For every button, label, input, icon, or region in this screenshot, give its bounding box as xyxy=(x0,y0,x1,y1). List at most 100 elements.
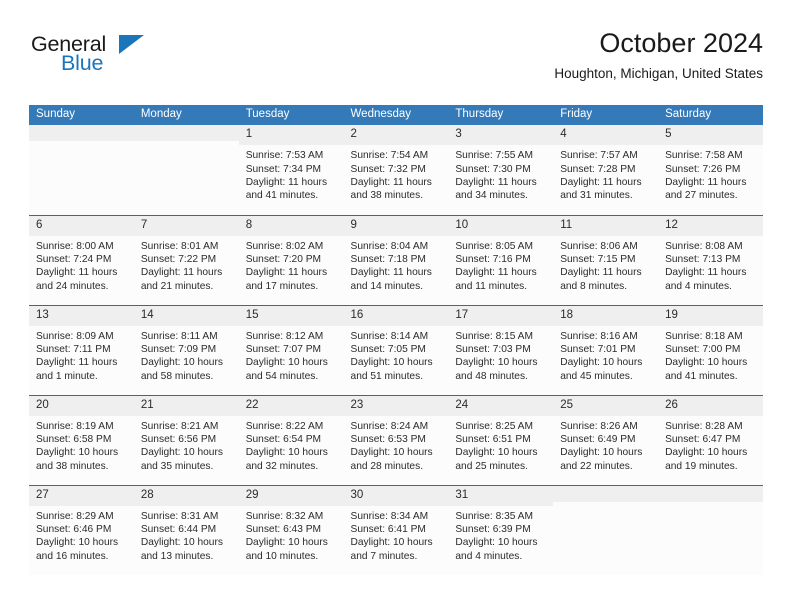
day-cell-inner: 19 Sunrise: 8:18 AM Sunset: 7:00 PM Dayligh… xyxy=(658,305,763,395)
day-details: Sunrise: 8:18 AM Sunset: 7:00 PM Daylight:… xyxy=(658,326,763,383)
calendar-day-cell[interactable]: 9 Sunrise: 8:04 AM Sunset: 7:18 PM Daylight… xyxy=(343,214,449,305)
calendar-day-cell[interactable]: 2 Sunrise: 7:54 AM Sunset: 7:32 PM Daylight… xyxy=(343,125,449,215)
day-number: 16 xyxy=(343,305,449,326)
calendar-day-cell[interactable]: 12 Sunrise: 8:08 AM Sunset: 7:13 PM Dayligh… xyxy=(658,214,763,305)
day-details: Sunrise: 7:57 AM Sunset: 7:28 PM Daylight:… xyxy=(553,145,658,202)
sunrise-text: Sunrise: 8:12 AM xyxy=(245,330,324,342)
calendar-day-cell[interactable]: 15 Sunrise: 8:12 AM Sunset: 7:07 PM Dayligh… xyxy=(238,304,344,395)
daylight-text-line2: and 1 minute. xyxy=(36,370,98,382)
calendar-day-cell[interactable]: 5 Sunrise: 7:58 AM Sunset: 7:26 PM Daylight… xyxy=(658,125,763,215)
brand-logo[interactable]: General Blue xyxy=(29,33,229,90)
day-details: Sunrise: 8:16 AM Sunset: 7:01 PM Daylight:… xyxy=(553,326,658,383)
calendar-day-cell[interactable]: 6 Sunrise: 8:00 AM Sunset: 7:24 PM Daylight… xyxy=(29,214,134,305)
day-number: 13 xyxy=(29,305,134,326)
calendar-page: General Blue October 2024 Houghton, Mich… xyxy=(0,0,792,612)
calendar-day-cell[interactable]: 25 Sunrise: 8:26 AM Sunset: 6:49 PM Dayligh… xyxy=(553,394,659,485)
day-number: 20 xyxy=(29,395,134,416)
sunset-text: Sunset: 6:53 PM xyxy=(350,434,426,446)
day-cell-inner: 18 Sunrise: 8:16 AM Sunset: 7:01 PM Dayligh… xyxy=(553,305,659,395)
calendar-day-cell[interactable]: 10 Sunrise: 8:05 AM Sunset: 7:16 PM Dayligh… xyxy=(448,214,554,305)
sunset-text: Sunset: 6:43 PM xyxy=(245,524,322,536)
calendar-day-cell[interactable]: 1 Sunrise: 7:53 AM Sunset: 7:34 PM Daylight… xyxy=(238,125,344,215)
calendar-day-cell[interactable]: 29 Sunrise: 8:32 AM Sunset: 6:43 PM Dayligh… xyxy=(238,484,344,575)
sunrise-text: Sunrise: 8:24 AM xyxy=(350,420,429,432)
calendar-day-cell[interactable]: 22 Sunrise: 8:22 AM Sunset: 6:54 PM Dayligh… xyxy=(238,394,344,485)
day-cell-inner: 25 Sunrise: 8:26 AM Sunset: 6:49 PM Dayligh… xyxy=(553,395,659,485)
daylight-text-line1: Daylight: 10 hours xyxy=(665,447,748,459)
calendar-week-row: 20 Sunrise: 8:19 AM Sunset: 6:58 PM Dayligh… xyxy=(29,394,763,485)
calendar-day-cell[interactable]: 16 Sunrise: 8:14 AM Sunset: 7:05 PM Dayligh… xyxy=(343,304,449,395)
calendar-day-cell[interactable]: 18 Sunrise: 8:16 AM Sunset: 7:01 PM Dayligh… xyxy=(553,304,659,395)
daylight-text-line1: Daylight: 11 hours xyxy=(350,176,432,188)
day-number: 7 xyxy=(133,215,239,236)
day-cell-inner: 23 Sunrise: 8:24 AM Sunset: 6:53 PM Dayligh… xyxy=(343,395,449,485)
day-details: Sunrise: 8:08 AM Sunset: 7:13 PM Daylight:… xyxy=(658,236,763,293)
day-cell-inner: 6 Sunrise: 8:00 AM Sunset: 7:24 PM Daylight… xyxy=(29,215,134,305)
calendar-day-cell-empty xyxy=(658,484,763,575)
day-details: Sunrise: 8:09 AM Sunset: 7:11 PM Daylight:… xyxy=(29,326,134,383)
day-number: 10 xyxy=(448,215,554,236)
day-details: Sunrise: 8:02 AM Sunset: 7:20 PM Daylight:… xyxy=(239,236,344,293)
weekday-header-friday: Friday xyxy=(553,105,659,125)
daylight-text-line1: Daylight: 11 hours xyxy=(245,176,328,188)
day-details: Sunrise: 8:34 AM Sunset: 6:41 PM Daylight:… xyxy=(344,506,449,563)
daylight-text-line1: Daylight: 10 hours xyxy=(245,357,328,369)
calendar-day-cell[interactable]: 30 Sunrise: 8:34 AM Sunset: 6:41 PM Dayligh… xyxy=(343,484,449,575)
day-number: 19 xyxy=(658,305,763,326)
calendar-day-cell-empty xyxy=(133,125,239,215)
calendar-day-cell[interactable]: 19 Sunrise: 8:18 AM Sunset: 7:00 PM Dayligh… xyxy=(658,304,763,395)
day-number: 23 xyxy=(343,395,449,416)
sunrise-text: Sunrise: 8:15 AM xyxy=(455,330,533,342)
calendar-day-cell[interactable]: 24 Sunrise: 8:25 AM Sunset: 6:51 PM Dayligh… xyxy=(448,394,554,485)
calendar-day-cell[interactable]: 31 Sunrise: 8:35 AM Sunset: 6:39 PM Dayligh… xyxy=(448,484,554,575)
day-cell-inner: 27 Sunrise: 8:29 AM Sunset: 6:46 PM Dayligh… xyxy=(29,485,134,576)
weekday-header-sunday: Sunday xyxy=(29,105,134,125)
day-cell-inner: 26 Sunrise: 8:28 AM Sunset: 6:47 PM Dayligh… xyxy=(658,395,763,485)
day-number xyxy=(133,125,239,141)
calendar-day-cell[interactable]: 20 Sunrise: 8:19 AM Sunset: 6:58 PM Dayligh… xyxy=(29,394,134,485)
sunrise-text: Sunrise: 8:08 AM xyxy=(665,240,743,252)
day-cell-inner: 1 Sunrise: 7:53 AM Sunset: 7:34 PM Daylight… xyxy=(238,125,344,215)
calendar-day-cell[interactable]: 8 Sunrise: 8:02 AM Sunset: 7:20 PM Daylight… xyxy=(238,214,344,305)
calendar-day-cell-empty xyxy=(553,484,659,575)
sunset-text: Sunset: 7:24 PM xyxy=(36,254,112,266)
calendar-day-cell[interactable]: 26 Sunrise: 8:28 AM Sunset: 6:47 PM Dayligh… xyxy=(658,394,763,485)
calendar-day-cell[interactable]: 14 Sunrise: 8:11 AM Sunset: 7:09 PM Dayligh… xyxy=(133,304,239,395)
sunrise-text: Sunrise: 8:04 AM xyxy=(350,240,429,252)
calendar-day-cell[interactable]: 4 Sunrise: 7:57 AM Sunset: 7:28 PM Daylight… xyxy=(553,125,659,215)
daylight-text-line2: and 27 minutes. xyxy=(665,190,738,202)
day-cell-inner: 5 Sunrise: 7:58 AM Sunset: 7:26 PM Daylight… xyxy=(658,125,763,215)
calendar-day-cell[interactable]: 23 Sunrise: 8:24 AM Sunset: 6:53 PM Dayligh… xyxy=(343,394,449,485)
sunrise-text: Sunrise: 8:06 AM xyxy=(560,240,638,252)
calendar-day-cell[interactable]: 7 Sunrise: 8:01 AM Sunset: 7:22 PM Daylight… xyxy=(133,214,239,305)
day-number: 17 xyxy=(448,305,554,326)
daylight-text-line2: and 51 minutes. xyxy=(350,370,424,382)
day-number: 22 xyxy=(238,395,344,416)
day-details: Sunrise: 8:35 AM Sunset: 6:39 PM Daylight:… xyxy=(448,506,553,563)
sunset-text: Sunset: 6:39 PM xyxy=(455,524,531,536)
calendar-day-cell[interactable]: 17 Sunrise: 8:15 AM Sunset: 7:03 PM Dayligh… xyxy=(448,304,554,395)
day-number: 12 xyxy=(658,215,763,236)
day-number: 9 xyxy=(343,215,449,236)
calendar-day-cell[interactable]: 21 Sunrise: 8:21 AM Sunset: 6:56 PM Dayligh… xyxy=(133,394,239,485)
daylight-text-line1: Daylight: 10 hours xyxy=(455,537,538,549)
day-number: 26 xyxy=(658,395,763,416)
sunrise-text: Sunrise: 7:58 AM xyxy=(665,150,743,162)
calendar-day-cell[interactable]: 13 Sunrise: 8:09 AM Sunset: 7:11 PM Dayligh… xyxy=(29,304,134,395)
sunrise-text: Sunrise: 8:29 AM xyxy=(36,510,114,522)
sunset-text: Sunset: 6:51 PM xyxy=(455,434,531,446)
calendar-day-cell[interactable]: 28 Sunrise: 8:31 AM Sunset: 6:44 PM Dayligh… xyxy=(133,484,239,575)
day-details: Sunrise: 8:00 AM Sunset: 7:24 PM Daylight:… xyxy=(29,236,134,293)
calendar-day-cell[interactable]: 3 Sunrise: 7:55 AM Sunset: 7:30 PM Daylight… xyxy=(448,125,554,215)
day-details: Sunrise: 8:04 AM Sunset: 7:18 PM Daylight:… xyxy=(344,236,449,293)
day-number: 15 xyxy=(238,305,344,326)
day-cell-inner xyxy=(29,125,134,215)
daylight-text-line2: and 45 minutes. xyxy=(560,370,633,382)
page-subtitle: Houghton, Michigan, United States xyxy=(554,66,763,82)
day-number: 31 xyxy=(448,485,554,506)
calendar-day-cell[interactable]: 11 Sunrise: 8:06 AM Sunset: 7:15 PM Dayligh… xyxy=(553,214,659,305)
calendar-day-cell[interactable]: 27 Sunrise: 8:29 AM Sunset: 6:46 PM Dayligh… xyxy=(29,484,134,576)
page-header: General Blue October 2024 Houghton, Mich… xyxy=(29,28,763,98)
day-number: 29 xyxy=(238,485,344,506)
daylight-text-line1: Daylight: 11 hours xyxy=(36,267,118,279)
